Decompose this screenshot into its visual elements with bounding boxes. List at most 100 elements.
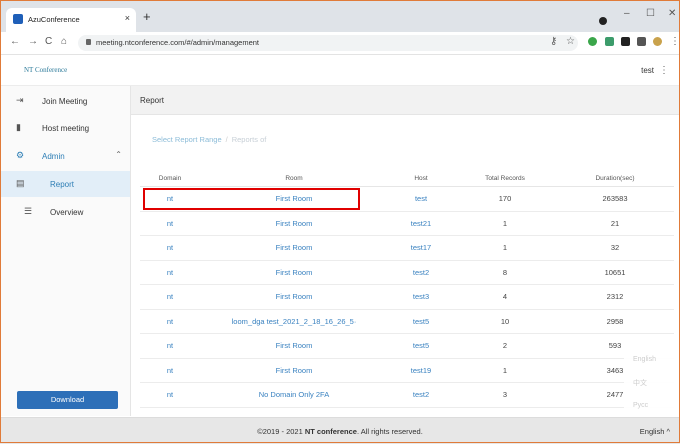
copyright-brand: NT conference xyxy=(304,427,357,436)
cell-host[interactable]: test21 xyxy=(388,211,454,236)
sidebar-item-admin[interactable]: ⚙ Admin ⌃ xyxy=(0,143,130,169)
cell-room[interactable]: First Room xyxy=(200,358,388,383)
browser-menu-icon[interactable]: ⋮ xyxy=(670,36,680,47)
table-row[interactable]: nt First Room test3 4 2312 xyxy=(140,284,674,310)
cell-total-records: 170 xyxy=(454,186,556,212)
table-row[interactable]: nt First Room test17 1 32 xyxy=(140,235,674,261)
lock-icon xyxy=(86,39,91,45)
profile-icon[interactable] xyxy=(599,17,607,25)
app-header: NT Conference test ⋮ xyxy=(0,55,680,86)
cell-duration: 2958 xyxy=(556,309,674,334)
column-room[interactable]: Room xyxy=(200,170,388,187)
sidebar-item-report[interactable]: ▤ Report xyxy=(0,171,130,197)
language-option-russian[interactable]: Русс xyxy=(633,402,648,409)
breadcrumb: Select Report Range / Reports of xyxy=(152,135,266,144)
download-button[interactable]: Download xyxy=(17,391,118,409)
footer: ©2019 - 2021 NT conference. All rights r… xyxy=(0,417,680,444)
address-bar[interactable]: meeting.ntconference.com/#/admin/managem… xyxy=(78,35,578,51)
home-icon[interactable]: ⌂ xyxy=(61,36,67,47)
url-text: meeting.ntconference.com/#/admin/managem… xyxy=(96,38,260,47)
table-row[interactable]: nt First Room test21 1 21 xyxy=(140,211,674,236)
cell-duration: 2312 xyxy=(556,284,674,310)
cell-domain[interactable]: nt xyxy=(140,211,200,236)
table-row[interactable]: nt First Room test19 1 3463 xyxy=(140,358,674,383)
table-row[interactable]: nt First Room test5 2 593 xyxy=(140,333,674,359)
user-name[interactable]: test xyxy=(641,66,654,75)
cell-domain[interactable]: nt xyxy=(140,235,200,261)
tab-close-icon[interactable]: × xyxy=(125,13,130,23)
breadcrumb-select-range[interactable]: Select Report Range xyxy=(152,135,222,144)
cell-host[interactable]: test5 xyxy=(388,333,454,359)
cell-room[interactable]: loom_dga test_2021_2_18_16_26_5· xyxy=(200,309,388,334)
cell-total-records: 1 xyxy=(454,358,556,383)
cell-domain[interactable]: nt xyxy=(140,260,200,285)
browser-tab[interactable]: AzuConference × xyxy=(6,8,136,32)
restore-button[interactable]: ☐ xyxy=(646,8,655,19)
browser-toolbar: ← → C ⌂ meeting.ntconference.com/#/admin… xyxy=(0,32,680,55)
cell-domain[interactable]: nt xyxy=(140,358,200,383)
language-option-english[interactable]: English xyxy=(633,356,656,363)
extensions-puzzle-icon[interactable] xyxy=(621,37,630,46)
main-header: Report xyxy=(131,86,680,115)
sidebar-item-label: Admin xyxy=(42,152,65,161)
report-icon: ▤ xyxy=(16,178,25,188)
cell-duration: 10651 xyxy=(556,260,674,285)
cell-host[interactable]: test2 xyxy=(388,260,454,285)
reload-icon[interactable]: C xyxy=(45,36,52,47)
cell-room[interactable]: First Room xyxy=(200,333,388,359)
column-total-records[interactable]: Total Records xyxy=(454,170,556,187)
sidebar-item-label: Overview xyxy=(50,208,84,217)
cell-total-records: 8 xyxy=(454,260,556,285)
sidebar-item-host-meeting[interactable]: ▮ Host meeting xyxy=(0,115,130,141)
phone-icon: ▮ xyxy=(16,122,21,132)
cell-domain[interactable]: nt xyxy=(140,309,200,334)
highlight-box xyxy=(143,188,360,210)
table-row[interactable]: nt No Domain Only 2FA test2 3 2477 xyxy=(140,382,674,408)
cell-host[interactable]: test17 xyxy=(388,235,454,261)
sidebar-item-overview[interactable]: ☰ Overview xyxy=(0,199,130,225)
cell-domain[interactable]: nt xyxy=(140,333,200,359)
table-header-row: Domain Room Host Total Records Duration(… xyxy=(140,170,674,187)
table-row[interactable]: nt loom_dga test_2021_2_18_16_26_5· test5 1… xyxy=(140,309,674,334)
column-domain[interactable]: Domain xyxy=(140,170,200,187)
cell-domain[interactable]: nt xyxy=(140,284,200,310)
key-icon[interactable]: ⚷ xyxy=(550,36,557,47)
minimize-button[interactable]: – xyxy=(624,8,630,19)
cell-host[interactable]: test19 xyxy=(388,358,454,383)
column-host[interactable]: Host xyxy=(388,170,454,187)
sidebar-item-join-meeting[interactable]: ⇥ Join Meeting xyxy=(0,88,130,114)
copyright-suffix: . All rights reserved. xyxy=(356,427,423,436)
close-window-button[interactable]: ✕ xyxy=(668,8,676,19)
extension-green-icon[interactable] xyxy=(588,37,597,46)
avatar-icon[interactable] xyxy=(653,37,662,46)
cell-room[interactable]: First Room xyxy=(200,211,388,236)
forward-icon[interactable]: → xyxy=(28,36,38,47)
page-title: Report xyxy=(140,96,165,105)
extension-shield-icon[interactable] xyxy=(605,37,614,46)
cell-domain[interactable]: nt xyxy=(140,382,200,408)
user-menu-icon[interactable]: ⋮ xyxy=(659,65,669,76)
cell-total-records: 1 xyxy=(454,235,556,261)
cell-host[interactable]: test3 xyxy=(388,284,454,310)
back-icon[interactable]: ← xyxy=(10,36,20,47)
language-option-chinese[interactable]: 中文 xyxy=(633,378,647,388)
table-row[interactable]: nt First Room test2 8 10651 xyxy=(140,260,674,285)
cell-room[interactable]: No Domain Only 2FA xyxy=(200,382,388,408)
cell-host[interactable]: test5 xyxy=(388,309,454,334)
copyright: ©2019 - 2021 NT conference. All rights r… xyxy=(0,427,680,436)
cell-host[interactable]: test xyxy=(388,186,454,212)
cell-duration: 263583 xyxy=(556,186,674,212)
new-tab-button[interactable]: + xyxy=(143,10,151,23)
breadcrumb-separator: / xyxy=(225,135,228,144)
cell-room[interactable]: First Room xyxy=(200,284,388,310)
bookmark-star-icon[interactable]: ☆ xyxy=(566,36,575,47)
language-switcher[interactable]: English ^ xyxy=(640,427,670,436)
cell-room[interactable]: First Room xyxy=(200,260,388,285)
chevron-up-icon[interactable]: ⌃ xyxy=(115,150,122,159)
column-duration[interactable]: Duration(sec) xyxy=(556,170,674,187)
copyright-years: ©2019 - 2021 xyxy=(257,427,303,436)
cell-host[interactable]: test2 xyxy=(388,382,454,408)
cell-room[interactable]: First Room xyxy=(200,235,388,261)
reading-list-icon[interactable] xyxy=(637,37,646,46)
brand-logo[interactable]: NT Conference xyxy=(24,66,67,74)
